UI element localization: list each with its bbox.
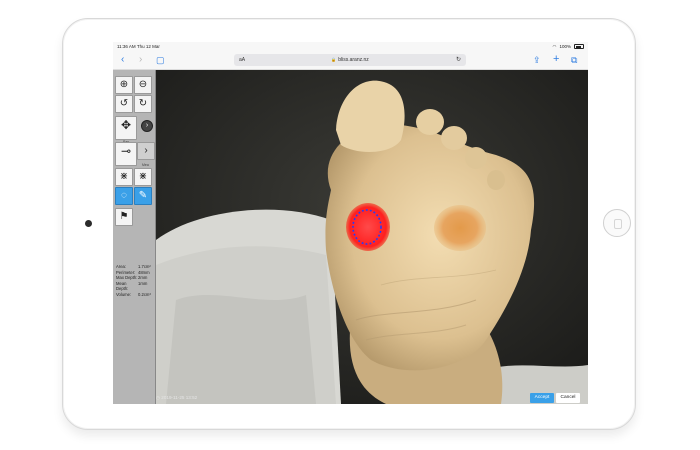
- outline-tool-button[interactable]: ◌: [115, 187, 133, 205]
- trace-a-button[interactable]: ⋇: [115, 168, 133, 186]
- status-time: 11:36 AM: [117, 44, 136, 49]
- bookmarks-icon[interactable]: ▢: [156, 54, 165, 66]
- tool-panel: ⊕ ⊖ ↺ ↻ ✥ Pan › ⊸ › Mea: [113, 70, 156, 404]
- zoom-out-icon: ⊖: [138, 79, 148, 90]
- rotate-left-button[interactable]: ↺: [115, 95, 133, 113]
- zoom-out-button[interactable]: ⊖: [134, 76, 152, 94]
- move-icon: ✥: [120, 118, 132, 132]
- front-camera: [85, 220, 92, 227]
- wound-photo-canvas[interactable]: [156, 70, 588, 404]
- measure-label-volume: Volume:: [116, 291, 132, 297]
- pen-tool-button[interactable]: ✎: [134, 187, 152, 205]
- chevron-right-icon: ›: [144, 145, 148, 156]
- rotate-right-icon: ↻: [138, 98, 148, 109]
- photo-footer: ◷ 2019-11-25 13:52 Accept Cancel: [156, 393, 588, 404]
- rotate-right-button[interactable]: ↻: [134, 95, 152, 113]
- forward-icon[interactable]: ›: [139, 54, 142, 66]
- measure-label-mean-depth: Mean Depth:: [116, 280, 129, 292]
- address-bar[interactable]: aA 🔒 bliss.aranz.nz ↻: [234, 54, 466, 66]
- new-tab-icon[interactable]: +: [553, 53, 559, 65]
- measure-expand-button[interactable]: › Mea: [137, 142, 155, 167]
- clock-icon: ◷: [156, 395, 161, 400]
- measure-button[interactable]: ⊸: [115, 142, 137, 166]
- pan-button[interactable]: ✥ Pan: [115, 116, 137, 144]
- zoom-in-icon: ⊕: [119, 79, 129, 90]
- flag-icon: ⚑: [119, 211, 129, 222]
- wifi-icon: ◠: [552, 43, 557, 49]
- screen: 11:36 AM Thu 12 Mar ◠ 100% ‹ › ▢ aA 🔒 bli…: [113, 42, 588, 404]
- tabs-icon[interactable]: ⧉: [571, 54, 577, 66]
- foot-photo: [156, 70, 588, 404]
- crosshair-icon: ⋇: [138, 171, 148, 182]
- url-text: bliss.aranz.nz: [338, 57, 369, 63]
- measure-row: Mean Depth: 1mm: [116, 281, 156, 292]
- accept-button[interactable]: Accept: [530, 393, 554, 403]
- measure-value-mean-depth: 1mm: [138, 280, 148, 286]
- capture-timestamp-text: 2019-11-25 13:52: [161, 395, 198, 400]
- flag-tool-button[interactable]: ⚑: [115, 208, 133, 226]
- measure-value-volume: 0.2cm³: [138, 291, 151, 297]
- share-icon[interactable]: ⇪: [533, 54, 541, 66]
- outline-icon: ◌: [121, 190, 127, 201]
- pen-icon: ✎: [138, 190, 148, 201]
- trace-b-button[interactable]: ⋇: [134, 168, 152, 186]
- rotate-left-icon: ↺: [119, 98, 129, 109]
- status-date: Thu 12 Mar: [136, 44, 160, 49]
- callus-region: [434, 205, 486, 251]
- home-button[interactable]: [603, 209, 631, 237]
- browser-toolbar: ‹ › ▢ aA 🔒 bliss.aranz.nz ↻ ⇪ + ⧉: [113, 51, 588, 70]
- capture-timestamp: ◷ 2019-11-25 13:52: [156, 395, 197, 401]
- wound-measurement-app: ⊕ ⊖ ↺ ↻ ✥ Pan › ⊸ › Mea: [113, 70, 588, 404]
- next-circle-button[interactable]: ›: [141, 120, 153, 132]
- reload-icon[interactable]: ↻: [456, 56, 461, 63]
- battery-icon: [574, 44, 584, 49]
- ruler-icon: ⊸: [120, 144, 132, 158]
- status-bar: 11:36 AM Thu 12 Mar ◠ 100%: [113, 42, 588, 51]
- lock-icon: 🔒: [331, 57, 337, 62]
- back-icon[interactable]: ‹: [121, 54, 124, 66]
- measurement-summary: Area: 1.7cm² Perimeter: 48mm Max Depth: …: [116, 264, 156, 298]
- battery-percent: 100%: [559, 44, 571, 49]
- cancel-button[interactable]: Cancel: [556, 393, 580, 403]
- zoom-in-button[interactable]: ⊕: [115, 76, 133, 94]
- chevron-right-icon: ›: [145, 122, 149, 129]
- measure-row: Volume: 0.2cm³: [116, 292, 156, 298]
- crosshair-icon: ⋇: [119, 171, 129, 182]
